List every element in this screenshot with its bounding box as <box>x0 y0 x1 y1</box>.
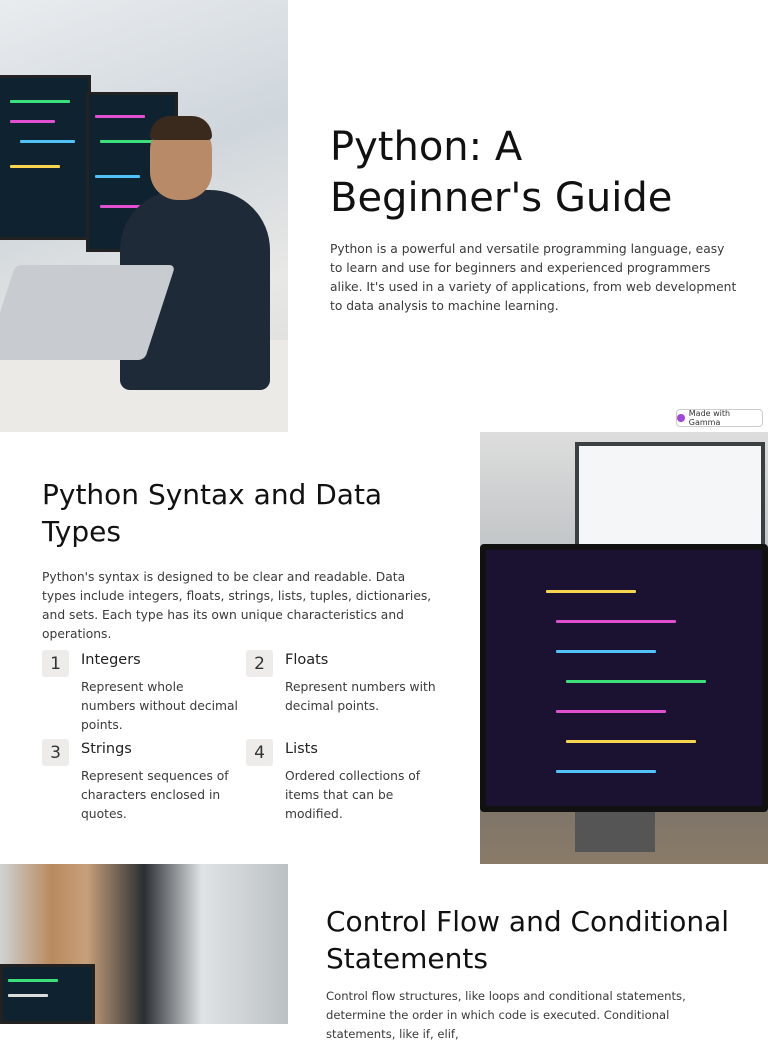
hero-image-programmer <box>0 0 288 432</box>
item-title: Floats <box>285 652 329 668</box>
made-with-gamma-badge[interactable]: Made with Gamma <box>676 409 763 427</box>
item-body: Ordered collections of items that can be… <box>285 769 421 821</box>
item-body: Represent sequences of characters enclos… <box>81 769 229 821</box>
syntax-description: Python's syntax is designed to be clear … <box>42 570 432 641</box>
control-flow-title: Control Flow and Conditional Statements <box>326 905 730 975</box>
page-title: Python: A Beginner's Guide <box>330 124 673 221</box>
laptop <box>0 265 176 360</box>
item-body: Represent numbers with decimal points. <box>285 680 436 713</box>
item-number: 4 <box>246 739 273 766</box>
item-title: Strings <box>81 741 132 757</box>
item-title: Lists <box>285 741 318 757</box>
control-flow-description: Control flow structures, like loops and … <box>326 989 686 1041</box>
office-image <box>0 864 288 1024</box>
hero-description: Python is a powerful and versatile progr… <box>330 242 737 313</box>
badge-label: Made with Gamma <box>688 409 731 427</box>
item-body: Represent whole numbers without decimal … <box>81 680 238 732</box>
code-monitor-image <box>480 432 768 864</box>
item-number: 1 <box>42 650 69 677</box>
item-number: 2 <box>246 650 273 677</box>
gamma-logo-icon <box>677 414 685 422</box>
syntax-title: Python Syntax and Data Types <box>42 478 383 548</box>
item-number: 3 <box>42 739 69 766</box>
monitor-screen <box>480 544 768 812</box>
item-title: Integers <box>81 652 141 668</box>
